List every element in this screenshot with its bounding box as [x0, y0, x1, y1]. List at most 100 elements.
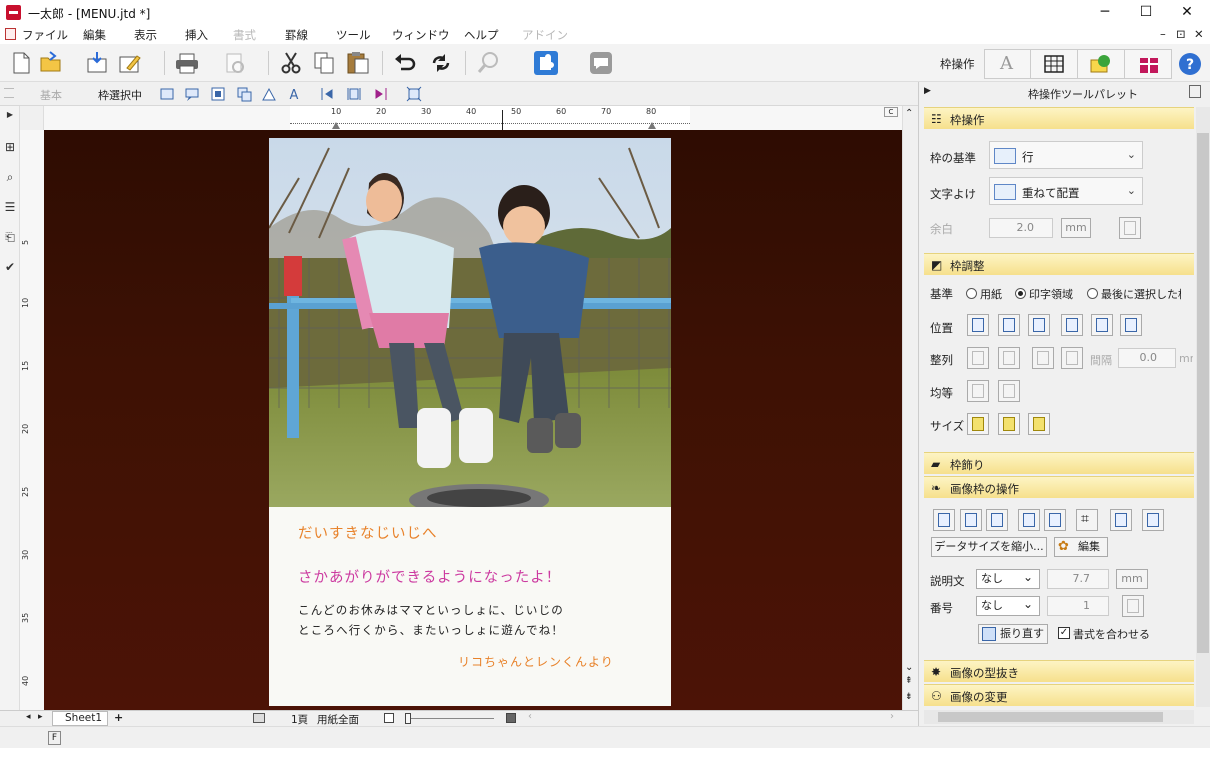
- comment-icon[interactable]: [588, 50, 614, 76]
- signature-line[interactable]: リコちゃんとレンくんより: [458, 653, 614, 670]
- page-down-icon[interactable]: ⇟: [905, 692, 913, 702]
- section-image-nuki[interactable]: ✸ 画像の型抜き: [924, 660, 1194, 682]
- minimize-button[interactable]: ─: [1082, 0, 1128, 25]
- size-height-button[interactable]: [998, 413, 1020, 435]
- rotate-left-button[interactable]: [933, 509, 955, 531]
- zoom-out-icon[interactable]: [384, 713, 394, 723]
- mojiyoke-select[interactable]: 重ねて配置 ⌄: [989, 177, 1143, 205]
- pos-mid-left-button[interactable]: [1061, 314, 1083, 336]
- maximize-button[interactable]: ☐: [1123, 0, 1169, 25]
- greeting-line[interactable]: だいすきなじいじへ: [298, 522, 438, 543]
- renumber-button[interactable]: 振り直す: [978, 624, 1048, 644]
- menu-file[interactable]: ファイル: [22, 27, 68, 43]
- fit-frame-icon[interactable]: [406, 86, 422, 102]
- distribute-v-button[interactable]: [998, 380, 1020, 402]
- left-indent-marker[interactable]: [332, 122, 340, 129]
- basic-tab[interactable]: 基本: [40, 87, 62, 103]
- paste-icon[interactable]: [345, 50, 371, 76]
- close-button[interactable]: ✕: [1164, 0, 1210, 25]
- section-waku-kazari[interactable]: ▰ 枠飾り: [924, 452, 1194, 474]
- pos-top-right-button[interactable]: [1028, 314, 1050, 336]
- align-bottom-button[interactable]: [1061, 347, 1083, 369]
- panel-hscrollbar[interactable]: [924, 710, 1194, 724]
- undo-icon[interactable]: [392, 50, 418, 76]
- crop-button[interactable]: ⌗: [1076, 509, 1098, 531]
- new-document-icon[interactable]: [8, 50, 34, 76]
- image-adjust-button[interactable]: [1110, 509, 1132, 531]
- radio-print-area[interactable]: [1015, 288, 1026, 299]
- mdi-restore-button[interactable]: ⊡: [1176, 27, 1186, 41]
- add-sheet-icon[interactable]: +: [114, 711, 123, 724]
- menu-view[interactable]: 表示: [134, 27, 157, 43]
- outline-list-icon[interactable]: ☰: [2, 200, 18, 216]
- flip-v-button[interactable]: [1044, 509, 1066, 531]
- menu-ruled-lines[interactable]: 罫線: [285, 27, 308, 43]
- cut-icon[interactable]: [278, 50, 304, 76]
- panel-scrollbar[interactable]: [1196, 107, 1210, 707]
- thumbnail-grid-icon[interactable]: ⊞: [2, 140, 18, 156]
- align-top-button[interactable]: [1032, 347, 1054, 369]
- body-line-2[interactable]: ところへ行くから、またいっしょに遊んでね！: [298, 622, 564, 638]
- page-up-icon[interactable]: ⇞: [905, 676, 913, 686]
- mdi-minimize-button[interactable]: –: [1160, 27, 1166, 41]
- section-image-henkou[interactable]: ⚇ 画像の変更: [924, 684, 1194, 706]
- pos-top-center-button[interactable]: [998, 314, 1020, 336]
- ruler-corner[interactable]: C: [884, 107, 898, 117]
- find-icon[interactable]: ⌕: [2, 170, 18, 186]
- children-photo[interactable]: [269, 138, 671, 507]
- panel-scroll-thumb[interactable]: [1197, 133, 1209, 653]
- right-indent-marker[interactable]: [648, 122, 656, 129]
- body-line-1[interactable]: こんどのお休みはママといっしょに、じいじの: [298, 602, 564, 618]
- text-a-button[interactable]: A: [984, 49, 1032, 79]
- image-button[interactable]: [1077, 49, 1125, 79]
- mode-indicator[interactable]: F: [48, 731, 61, 745]
- size-width-button[interactable]: [967, 413, 989, 435]
- zoom-slider-thumb[interactable]: [405, 713, 411, 724]
- vertical-scrollbar[interactable]: ⌃ ⌄ ⇞ ⇟: [902, 106, 918, 710]
- align-h-button[interactable]: [967, 347, 989, 369]
- match-format-checkbox[interactable]: ✓: [1058, 627, 1070, 639]
- menu-addin[interactable]: アドイン: [522, 27, 568, 43]
- kijun-select[interactable]: 行 ⌄: [989, 141, 1143, 169]
- hscroll-right-icon[interactable]: ›: [890, 711, 894, 722]
- image-effect-button[interactable]: [1142, 509, 1164, 531]
- scroll-down-icon[interactable]: ⌄: [905, 662, 913, 673]
- table-button[interactable]: [1030, 49, 1078, 79]
- frame-icon-5[interactable]: [261, 86, 277, 102]
- print-preview-icon[interactable]: [222, 50, 248, 76]
- jigsaw-icon[interactable]: [533, 50, 559, 76]
- shrink-data-button[interactable]: データサイズを縮小...: [931, 537, 1047, 557]
- section-image-sousa[interactable]: ❧ 画像枠の操作: [924, 476, 1194, 498]
- help-icon[interactable]: ?: [1178, 52, 1202, 76]
- menu-edit[interactable]: 編集: [83, 27, 106, 43]
- edit-image-button[interactable]: ✿ 編集: [1054, 537, 1108, 557]
- pos-mid-right-button[interactable]: [1120, 314, 1142, 336]
- zoom-slider[interactable]: [408, 718, 494, 719]
- frame-icon-2[interactable]: [184, 86, 200, 102]
- yohaku-input[interactable]: 2.0: [989, 218, 1053, 238]
- clipboard-icon[interactable]: ⎗: [2, 230, 18, 246]
- pos-top-left-button[interactable]: [967, 314, 989, 336]
- section-waku-sousa[interactable]: ☷ 枠操作: [924, 107, 1194, 129]
- margin-settings-button[interactable]: [1119, 217, 1141, 239]
- sheet-next-icon[interactable]: ▸: [38, 712, 43, 722]
- frame-icon-1[interactable]: [159, 86, 175, 102]
- copy-icon[interactable]: [311, 50, 337, 76]
- doc-menu-icon[interactable]: [5, 28, 16, 40]
- scroll-up-icon[interactable]: ⌃: [905, 108, 913, 119]
- panel-hscroll-thumb[interactable]: [938, 712, 1163, 722]
- palette-expand-icon[interactable]: ▶: [924, 86, 931, 96]
- sheet-prev-icon[interactable]: ◂: [26, 712, 31, 722]
- frame-icon-4[interactable]: [236, 86, 252, 102]
- menu-window[interactable]: ウィンドウ: [392, 27, 450, 43]
- save-icon[interactable]: [84, 50, 110, 76]
- open-folder-icon[interactable]: [38, 50, 64, 76]
- size-both-button[interactable]: [1028, 413, 1050, 435]
- menu-help[interactable]: ヘルプ: [464, 27, 499, 43]
- zoom-in-icon[interactable]: [506, 713, 516, 723]
- gift-button[interactable]: [1124, 49, 1172, 79]
- redo-icon[interactable]: [428, 50, 454, 76]
- distribute-h-button[interactable]: [967, 380, 989, 402]
- frame-icon-6[interactable]: A: [286, 86, 302, 102]
- expand-arrow-icon[interactable]: ▶: [2, 110, 18, 126]
